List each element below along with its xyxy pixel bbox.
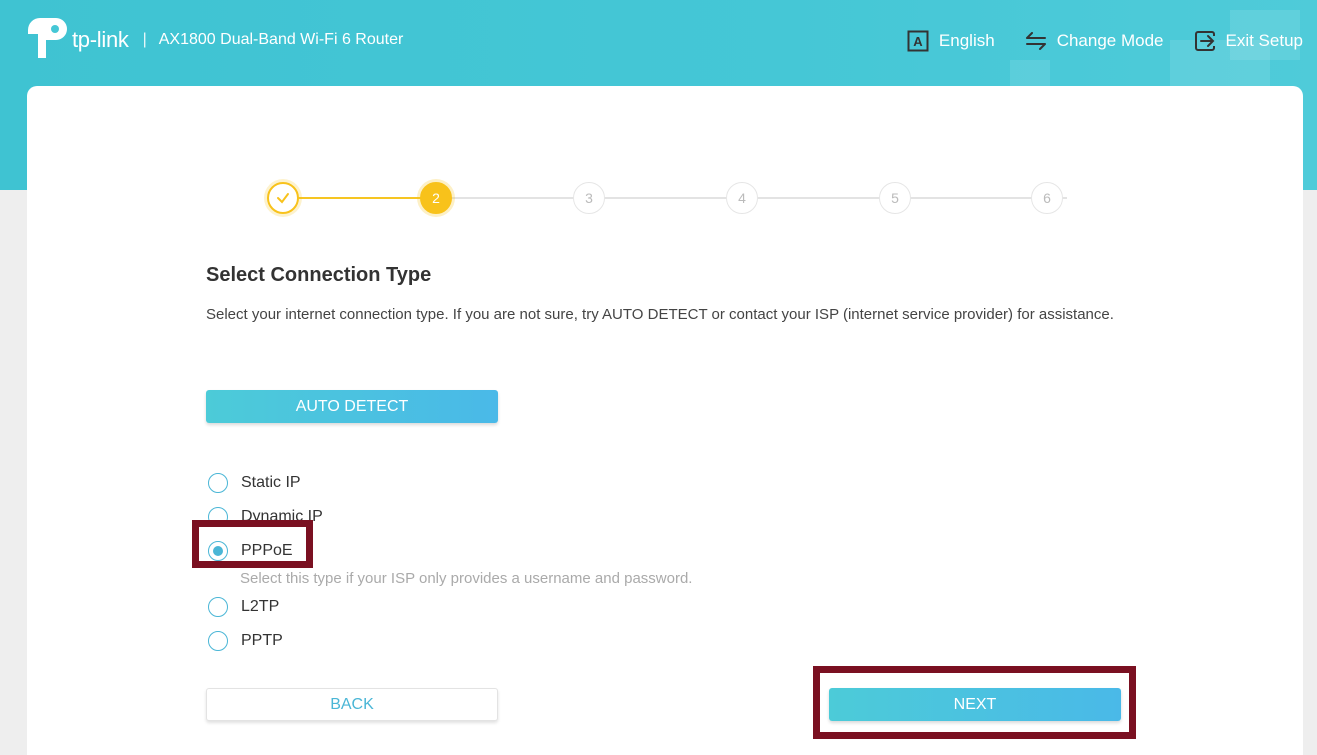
- change-mode-button[interactable]: Change Mode: [1025, 31, 1164, 51]
- option-label: Static IP: [241, 474, 301, 491]
- radio-button[interactable]: [208, 473, 228, 493]
- step-4: 4: [726, 182, 758, 214]
- step-3: 3: [573, 182, 605, 214]
- option-static-ip[interactable]: Static IP: [208, 466, 692, 500]
- option-label: L2TP: [241, 598, 280, 615]
- pppoe-highlight-box: [192, 520, 313, 568]
- exit-setup-button[interactable]: Exit Setup: [1194, 30, 1304, 52]
- progress-stepper: 2 3 4 5 6: [267, 178, 1067, 218]
- step-5: 5: [879, 182, 911, 214]
- language-label: English: [938, 31, 995, 50]
- step-1: [267, 182, 299, 214]
- exit-icon: [1194, 31, 1215, 51]
- header-actions: A English Change Mode Exit Setup: [877, 30, 1303, 52]
- page-description: Select your internet connection type. If…: [206, 306, 1114, 323]
- tp-link-logo-icon: [28, 18, 67, 58]
- step-2: 2: [420, 182, 452, 214]
- connection-type-section: Select Connection Type Select your inter…: [206, 264, 1126, 327]
- language-icon: A: [907, 30, 929, 52]
- change-mode-label: Change Mode: [1056, 31, 1164, 50]
- option-pptp[interactable]: PPTP: [208, 624, 692, 658]
- brand-name: tp-link: [72, 27, 129, 52]
- pppoe-hint: Select this type if your ISP only provid…: [240, 570, 693, 587]
- option-l2tp[interactable]: L2TP: [208, 590, 692, 624]
- language-button[interactable]: A English: [907, 30, 995, 52]
- header-separator: |: [142, 31, 147, 48]
- option-label: PPTP: [241, 632, 283, 649]
- radio-button[interactable]: [208, 597, 228, 617]
- page-title: Select Connection Type: [206, 264, 432, 286]
- radio-button[interactable]: [208, 631, 228, 651]
- change-mode-icon: [1025, 32, 1046, 50]
- exit-setup-label: Exit Setup: [1225, 31, 1304, 50]
- step-6: 6: [1031, 182, 1063, 214]
- next-highlight-box: [813, 666, 1136, 739]
- checkmark-icon: [277, 193, 289, 204]
- back-button[interactable]: BACK: [206, 688, 498, 721]
- product-name: AX1800 Dual-Band Wi-Fi 6 Router: [158, 31, 404, 48]
- setup-card: 2 3 4 5 6 Select Connection Type Select …: [27, 86, 1303, 755]
- svg-text:A: A: [913, 34, 923, 49]
- auto-detect-button[interactable]: AUTO DETECT: [206, 390, 498, 423]
- tp-link-logo: tp-link | AX1800 Dual-Band Wi-Fi 6 Route…: [22, 18, 403, 62]
